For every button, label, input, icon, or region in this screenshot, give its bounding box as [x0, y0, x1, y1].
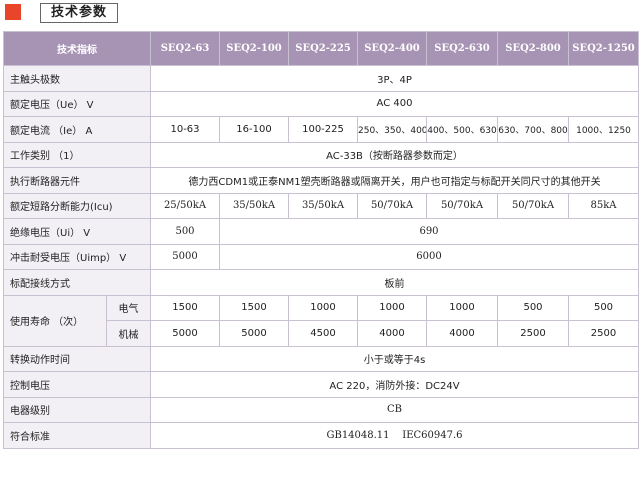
- sub-label: 机械: [106, 320, 151, 347]
- row-label: 电器级别: [3, 396, 151, 423]
- header-cell: SEQ2-1250: [568, 31, 639, 66]
- spec-table: 技术指标 SEQ2-63 SEQ2-100 SEQ2-225 SEQ2-400 …: [3, 31, 639, 449]
- row-value: 3P、4P: [150, 65, 639, 92]
- row-value: 板前: [150, 269, 639, 296]
- cell: 500: [568, 294, 639, 321]
- cell: 5000: [150, 320, 220, 347]
- row-value: AC 220，消防外接：DC24V: [150, 371, 639, 398]
- cell: 1000、1250: [568, 116, 639, 143]
- cell: 1000: [288, 294, 358, 321]
- cell: 50/70kA: [357, 192, 427, 219]
- row-label: 额定电流 （Ie） A: [3, 116, 151, 143]
- cell: 85kA: [568, 192, 639, 219]
- row-label: 标配接线方式: [3, 269, 151, 296]
- row-value: AC-33B（按断路器参数而定）: [150, 141, 639, 168]
- header-cell: SEQ2-225: [288, 31, 358, 66]
- header-cell: SEQ2-400: [357, 31, 427, 66]
- cell: 630、700、800: [497, 116, 569, 143]
- row-label: 控制电压: [3, 371, 151, 398]
- row-label: 主触头极数: [3, 65, 151, 92]
- table-row: 主触头极数 3P、4P: [3, 65, 639, 92]
- cell: 25/50kA: [150, 192, 220, 219]
- row-label: 转换动作时间: [3, 345, 151, 372]
- row-value: CB: [150, 396, 639, 423]
- row-value: 6000: [219, 243, 639, 270]
- section-title: 技术参数: [40, 3, 118, 23]
- cell: 4500: [288, 320, 358, 347]
- table-row: 转换动作时间 小于或等于4s: [3, 345, 639, 372]
- table-header-row: 技术指标 SEQ2-63 SEQ2-100 SEQ2-225 SEQ2-400 …: [3, 31, 639, 66]
- row-label: 额定短路分断能力(Icu): [3, 192, 151, 219]
- cell: 35/50kA: [288, 192, 358, 219]
- row-label: 绝缘电压（Ui） V: [3, 218, 151, 245]
- cell: 10-63: [150, 116, 220, 143]
- row-value: 690: [219, 218, 639, 245]
- row-label: 执行断路器元件: [3, 167, 151, 194]
- row-value: AC 400: [150, 90, 639, 117]
- sub-label: 电气: [106, 294, 151, 321]
- header-cell: SEQ2-63: [150, 31, 220, 66]
- red-square-icon: [5, 4, 21, 20]
- row-label: 工作类别 （1）: [3, 141, 151, 168]
- table-row: 冲击耐受电压（Uimp） V 5000 6000: [3, 243, 639, 270]
- cell: 5000: [219, 320, 289, 347]
- table-row: 控制电压 AC 220，消防外接：DC24V: [3, 371, 639, 398]
- header-cell: SEQ2-800: [497, 31, 569, 66]
- header-cell: SEQ2-100: [219, 31, 289, 66]
- table-row: 符合标准 GB14048.11 IEC60947.6: [3, 422, 639, 449]
- cell: 1500: [219, 294, 289, 321]
- cell: 50/70kA: [497, 192, 569, 219]
- cell: 4000: [357, 320, 427, 347]
- row-label: 冲击耐受电压（Uimp） V: [3, 243, 151, 270]
- cell: 250、350、400: [357, 116, 427, 143]
- table-row: 额定电流 （Ie） A 10-63 16-100 100-225 250、350…: [3, 116, 639, 143]
- table-row: 使用寿命 （次） 电气 1500 1500 1000 1000 1000 500…: [3, 294, 639, 347]
- cell: 1500: [150, 294, 220, 321]
- header-cell: SEQ2-630: [426, 31, 498, 66]
- section-header: 技术参数: [0, 0, 640, 26]
- table-row: 标配接线方式 板前: [3, 269, 639, 296]
- cell: 2500: [568, 320, 639, 347]
- table-row: 绝缘电压（Ui） V 500 690: [3, 218, 639, 245]
- table-row: 工作类别 （1） AC-33B（按断路器参数而定）: [3, 141, 639, 168]
- cell: 16-100: [219, 116, 289, 143]
- header-cell: 技术指标: [3, 31, 151, 66]
- table-row: 额定短路分断能力(Icu) 25/50kA 35/50kA 35/50kA 50…: [3, 192, 639, 219]
- cell: 500: [497, 294, 569, 321]
- table-row: 执行断路器元件 德力西CDM1或正泰NM1塑壳断路器或隔离开关，用户也可指定与标…: [3, 167, 639, 194]
- cell: 35/50kA: [219, 192, 289, 219]
- cell: 1000: [357, 294, 427, 321]
- cell: 500: [150, 218, 220, 245]
- row-label: 使用寿命 （次）: [3, 294, 107, 347]
- row-label: 符合标准: [3, 422, 151, 449]
- table-row: 额定电压（Ue） V AC 400: [3, 90, 639, 117]
- cell: 4000: [426, 320, 498, 347]
- row-value: 小于或等于4s: [150, 345, 639, 372]
- cell: 100-225: [288, 116, 358, 143]
- table-row: 电器级别 CB: [3, 396, 639, 423]
- row-value: GB14048.11 IEC60947.6: [150, 422, 639, 449]
- row-label: 额定电压（Ue） V: [3, 90, 151, 117]
- cell: 1000: [426, 294, 498, 321]
- cell: 50/70kA: [426, 192, 498, 219]
- row-value: 德力西CDM1或正泰NM1塑壳断路器或隔离开关，用户也可指定与标配开关同尺寸的其…: [150, 167, 639, 194]
- cell: 400、500、630: [426, 116, 498, 143]
- cell: 5000: [150, 243, 220, 270]
- cell: 2500: [497, 320, 569, 347]
